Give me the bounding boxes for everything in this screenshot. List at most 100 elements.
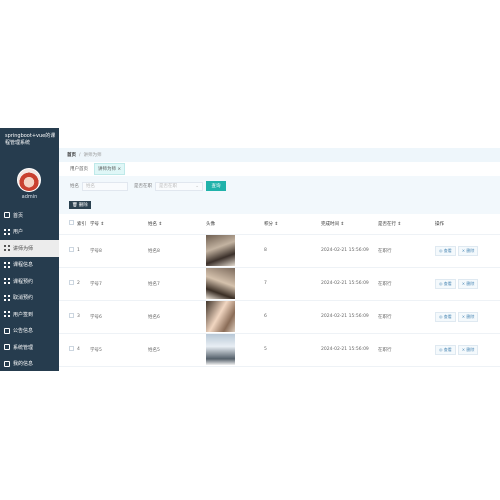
teacher-table: 索引 学号 ⇕ 姓名 ⇕ 头像 积分 ⇕ 完成时间 ⇕ 是否在行 ⇕ 操作 1 <box>59 214 500 367</box>
app-brand: springboot+vue的课程管理系统 <box>5 133 56 146</box>
name-input[interactable]: 姓名 <box>82 181 128 191</box>
teacher-photo[interactable] <box>206 334 235 365</box>
sidebar-item-system[interactable]: 系统管理 <box>0 339 59 356</box>
breadcrumb-home[interactable]: 首页 <box>67 152 76 158</box>
grid-icon <box>4 294 10 301</box>
column-header-index: 索引 <box>77 214 90 235</box>
cell-index: 4 <box>77 333 90 367</box>
sidebar-menu: 首页 用户 讲师为师 课程信息 课程预约 取消预约 用户签到 公告信息 系统管理… <box>0 207 59 371</box>
view-button[interactable]: ◎ 查看 <box>435 245 456 256</box>
cell-name: 姓名5 <box>148 333 206 367</box>
cell-student-id: 学号8 <box>90 234 148 268</box>
cell-index: 1 <box>77 234 90 268</box>
delete-button[interactable]: × 删除 <box>457 311 479 322</box>
sidebar-item-home[interactable]: 首页 <box>0 207 59 224</box>
page-tabs: 用户首页 讲师为师 × <box>59 162 500 176</box>
column-header-student-id[interactable]: 学号 ⇕ <box>90 214 148 235</box>
view-button[interactable]: ◎ 查看 <box>435 278 456 289</box>
home-icon <box>4 212 10 219</box>
grid-icon <box>4 245 10 252</box>
delete-button[interactable]: × 删除 <box>457 278 479 289</box>
grid-icon <box>4 278 10 285</box>
search-button[interactable]: 查询 <box>206 181 226 191</box>
sidebar-item-label: 取消预约 <box>13 295 34 302</box>
table-toolbar: 🗑 删除 <box>59 196 500 214</box>
column-header-time[interactable]: 完成时间 ⇕ <box>321 214 378 235</box>
batch-delete-label: 删除 <box>78 203 88 208</box>
user-icon <box>4 344 10 351</box>
batch-delete-button[interactable]: 🗑 删除 <box>69 201 91 209</box>
cell-time: 2024-02-21 15:56:09 <box>321 333 378 367</box>
name-label: 姓名 <box>70 184 79 189</box>
column-header-avatar: 头像 <box>206 214 264 235</box>
cell-status: 在职行 <box>378 234 435 268</box>
cell-score: 6 <box>264 300 321 334</box>
sidebar-item-notice[interactable]: 公告信息 <box>0 323 59 340</box>
app-frame: springboot+vue的课程管理系统 admin 首页 用户 讲师为师 课… <box>0 128 500 371</box>
sidebar-item-teacher[interactable]: 讲师为师 <box>0 240 59 257</box>
teacher-photo[interactable] <box>206 301 235 332</box>
delete-button[interactable]: × 删除 <box>457 245 479 256</box>
avatar[interactable] <box>17 168 41 192</box>
row-checkbox[interactable] <box>69 346 74 351</box>
sidebar-item-label: 首页 <box>13 212 24 219</box>
sidebar-item-booking[interactable]: 课程预约 <box>0 273 59 290</box>
column-header-name[interactable]: 姓名 ⇕ <box>148 214 206 235</box>
grid-icon <box>4 261 10 268</box>
sidebar-item-label: 系统管理 <box>13 344 34 351</box>
sidebar-item-label: 公告信息 <box>13 328 34 335</box>
data-table: 索引 学号 ⇕ 姓名 ⇕ 头像 积分 ⇕ 完成时间 ⇕ 是否在行 ⇕ 操作 1 <box>59 214 500 371</box>
cell-score: 7 <box>264 267 321 301</box>
sidebar-item-label: 我的信息 <box>13 361 34 368</box>
cell-name: 姓名8 <box>148 234 206 268</box>
breadcrumb-current: 讲师为师 <box>83 153 102 158</box>
sidebar-item-cancel[interactable]: 取消预约 <box>0 290 59 307</box>
tab-teacher[interactable]: 讲师为师 × <box>94 163 126 175</box>
cell-time: 2024-02-21 15:56:09 <box>321 300 378 334</box>
column-header-status[interactable]: 是否在行 ⇕ <box>378 214 435 235</box>
cell-status: 在职行 <box>378 300 435 334</box>
row-checkbox[interactable] <box>69 280 74 285</box>
column-header-actions: 操作 <box>435 214 500 235</box>
teacher-photo[interactable] <box>206 268 235 299</box>
cell-student-id: 学号7 <box>90 267 148 301</box>
view-button[interactable]: ◎ 查看 <box>435 311 456 322</box>
sidebar-item-signin[interactable]: 用户签到 <box>0 306 59 323</box>
breadcrumb: 首页 / 讲师为师 <box>59 148 500 162</box>
column-header-score[interactable]: 积分 ⇕ <box>264 214 321 235</box>
cell-name: 姓名7 <box>148 267 206 301</box>
status-select[interactable]: 是否在职 ⌄ <box>155 181 203 191</box>
cell-time: 2024-02-21 15:56:09 <box>321 234 378 268</box>
row-checkbox[interactable] <box>69 247 74 252</box>
grid-icon <box>4 228 10 235</box>
cell-student-id: 学号6 <box>90 300 148 334</box>
cell-status: 在职行 <box>378 267 435 301</box>
cell-score: 8 <box>264 234 321 268</box>
sidebar-item-course[interactable]: 课程信息 <box>0 257 59 274</box>
table-row: 1 学号8 姓名8 8 2024-02-21 15:56:09 在职行 ◎ 查看… <box>59 234 500 268</box>
teacher-photo[interactable] <box>206 235 235 266</box>
table-row: 2 学号7 姓名7 7 2024-02-21 15:56:09 在职行 ◎ 查看… <box>59 267 500 301</box>
sliders-icon <box>4 327 10 334</box>
main-content: 首页 / 讲师为师 用户首页 讲师为师 × 姓名 姓名 是否在职 是否在职 ⌄ … <box>59 128 500 371</box>
trash-icon: 🗑 <box>72 202 78 208</box>
cell-student-id: 学号5 <box>90 333 148 367</box>
status-label: 是否在职 <box>134 184 152 189</box>
username: admin <box>21 194 38 200</box>
cell-name: 姓名6 <box>148 300 206 334</box>
cell-time: 2024-02-21 15:56:09 <box>321 267 378 301</box>
table-header: 索引 学号 ⇕ 姓名 ⇕ 头像 积分 ⇕ 完成时间 ⇕ 是否在行 ⇕ 操作 <box>59 214 500 235</box>
row-checkbox[interactable] <box>69 313 74 318</box>
filter-bar: 姓名 姓名 是否在职 是否在职 ⌄ 查询 <box>59 176 500 196</box>
sidebar-item-label: 课程预约 <box>13 278 34 285</box>
table-row: 4 学号5 姓名5 5 2024-02-21 15:56:09 在职行 ◎ 查看… <box>59 333 500 367</box>
select-all-checkbox[interactable] <box>69 220 74 226</box>
view-button[interactable]: ◎ 查看 <box>435 344 456 355</box>
delete-button[interactable]: × 删除 <box>457 344 479 355</box>
sidebar-item-user[interactable]: 用户 <box>0 224 59 241</box>
sidebar-item-profile[interactable]: 我的信息 <box>0 356 59 372</box>
cell-index: 3 <box>77 300 90 334</box>
card-icon <box>4 360 10 367</box>
sidebar: springboot+vue的课程管理系统 admin 首页 用户 讲师为师 课… <box>0 128 59 371</box>
tab-user-home[interactable]: 用户首页 <box>67 164 91 174</box>
